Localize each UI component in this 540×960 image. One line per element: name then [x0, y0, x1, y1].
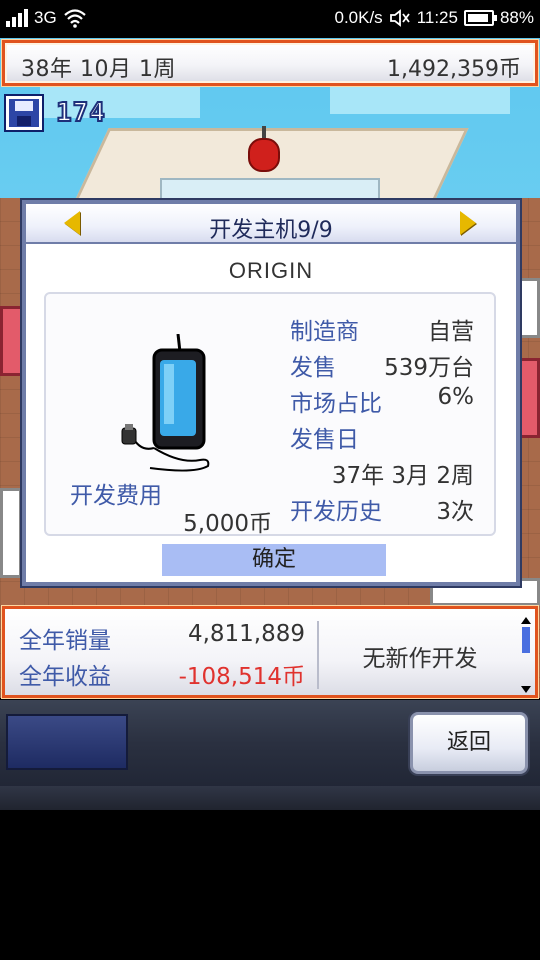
release-date-value: 37年 3月 2周: [331, 463, 474, 489]
handheld-console-icon: [121, 334, 210, 472]
console-info-dialog: 开发主机9/9 ORIGIN 开发费用 5,000币 制造商 自营 发售 539…: [20, 198, 522, 588]
control-bar: 返回: [0, 700, 540, 810]
dev-history-label: 开发历史: [290, 499, 382, 525]
release-date-label: 发售日: [290, 427, 359, 453]
dev-history-value: 3次: [436, 499, 474, 525]
market-share-value: 6%: [437, 384, 475, 410]
office-furniture: [0, 488, 22, 578]
ok-button[interactable]: 确定: [162, 544, 386, 576]
signal-icon: [6, 9, 28, 27]
save-counter[interactable]: 174: [6, 96, 106, 130]
menu-button[interactable]: [6, 714, 128, 770]
details-panel: 开发费用 5,000币 制造商 自营 发售 539万台 市场占比 6% 发售日 …: [44, 292, 496, 537]
dialog-header: 开发主机9/9: [26, 204, 516, 243]
scrollbar[interactable]: [521, 617, 531, 693]
mute-icon: [389, 9, 410, 27]
scroll-thumb[interactable]: [522, 627, 530, 653]
floppy-disk-icon: [6, 96, 42, 130]
manufacturer-value: 自营: [428, 319, 474, 345]
year-profit-value: -108,514币: [178, 664, 305, 690]
dialog-body: ORIGIN 开发费用 5,000币 制造商 自营 发售 539万台 市场占比 …: [26, 244, 516, 582]
dialog-title: 开发主机9/9: [209, 218, 333, 243]
network-speed: 0.0K/s: [334, 8, 383, 27]
sales-label: 发售: [290, 355, 336, 381]
divider: [317, 621, 319, 689]
development-status: 无新作开发: [362, 646, 478, 672]
next-arrow-icon[interactable]: [460, 211, 476, 235]
manufacturer-label: 制造商: [290, 319, 359, 345]
game-date: 38年 10月 1周: [21, 57, 176, 82]
product-name: ORIGIN: [228, 258, 314, 283]
status-bar: 3G 0.0K/s 11:25 88%: [0, 0, 540, 38]
scroll-down-icon[interactable]: [521, 686, 531, 693]
market-share-label: 市场占比: [290, 391, 382, 417]
year-sales-value: 4,811,889: [187, 621, 305, 647]
dev-cost-label: 开发费用: [70, 483, 162, 509]
sales-value: 539万台: [384, 355, 474, 381]
clock: 11:25: [416, 8, 458, 27]
annual-summary-bar: 全年销量 4,811,889 全年收益 -108,514币 无新作开发: [1, 605, 539, 699]
save-count: 174: [55, 97, 106, 129]
lantern-icon: [248, 126, 280, 172]
back-button[interactable]: 返回: [410, 712, 528, 774]
dev-cost-value: 5,000币: [183, 511, 272, 537]
money-display: 1,492,359币: [387, 57, 521, 82]
battery-percent: 88%: [499, 8, 534, 27]
year-sales-label: 全年销量: [19, 628, 111, 654]
network-type: 3G: [34, 8, 57, 27]
scroll-up-icon[interactable]: [521, 617, 531, 624]
wifi-icon: [63, 9, 86, 28]
top-info-bar: 38年 10月 1周 1,492,359币: [1, 39, 539, 87]
year-profit-label: 全年收益: [19, 664, 111, 690]
battery-icon: [463, 10, 497, 26]
